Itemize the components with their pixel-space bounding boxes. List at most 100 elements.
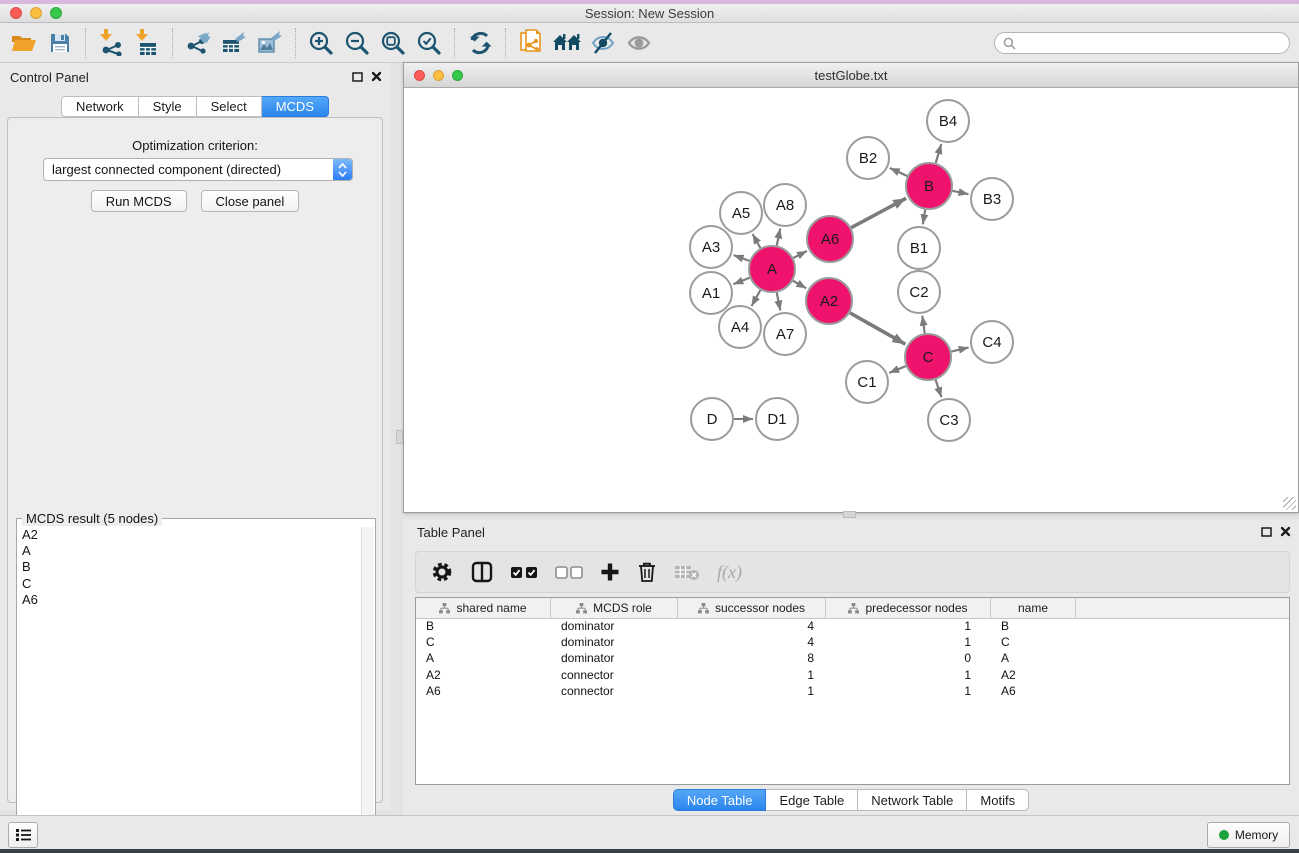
column-header-shared-name[interactable]: shared name [416, 598, 551, 618]
export-network-icon[interactable] [180, 26, 216, 60]
zoom-fit-icon[interactable] [375, 26, 411, 60]
split-divider-horizontal[interactable] [843, 511, 856, 518]
zoom-in-icon[interactable] [303, 26, 339, 60]
graph-node-A2[interactable]: A2 [806, 278, 852, 324]
tab-edge-table[interactable]: Edge Table [766, 789, 858, 811]
task-history-button[interactable] [8, 822, 38, 848]
save-session-icon[interactable] [42, 26, 78, 60]
network-canvas[interactable]: AA1A2A3A4A5A6A7A8BB1B2B3B4CC1C2C3C4DD1 [404, 88, 1298, 512]
toggle-views-eye-icon[interactable] [621, 26, 657, 60]
table-row[interactable]: A2connector11A2 [416, 668, 1289, 684]
tab-motifs[interactable]: Motifs [967, 789, 1029, 811]
graph-edge[interactable] [850, 313, 905, 344]
result-item[interactable]: A6 [22, 592, 361, 608]
mcds-result-scrollbar[interactable] [361, 527, 374, 853]
network-window-titlebar[interactable]: testGlobe.txt [404, 63, 1298, 88]
graph-edge[interactable] [851, 198, 906, 227]
delete-table-icon[interactable] [674, 563, 700, 581]
graph-node-B[interactable]: B [906, 163, 952, 209]
graph-node-A8[interactable]: A8 [764, 184, 806, 226]
result-item[interactable]: A2 [22, 527, 361, 543]
column-header-successor-nodes[interactable]: successor nodes [678, 598, 826, 618]
tab-mcds[interactable]: MCDS [262, 96, 329, 117]
close-panel-icon[interactable] [371, 71, 382, 82]
graph-edge[interactable] [953, 191, 969, 194]
graph-edge[interactable] [951, 347, 968, 351]
table-row[interactable]: Cdominator41C [416, 635, 1289, 651]
graph-node-A7[interactable]: A7 [764, 313, 806, 355]
table-settings-gear-icon[interactable] [430, 560, 454, 584]
open-file-icon[interactable] [6, 26, 42, 60]
tab-network[interactable]: Network [61, 96, 139, 117]
close-panel-button[interactable]: Close panel [201, 190, 300, 212]
resize-grip-icon[interactable] [1283, 497, 1296, 510]
function-builder-icon[interactable]: f(x) [717, 562, 742, 583]
select-all-icon[interactable] [510, 566, 538, 579]
cybrowser-home-icon[interactable] [549, 26, 585, 60]
show-hide-graphics-details-icon[interactable] [585, 26, 621, 60]
graph-node-D[interactable]: D [691, 398, 733, 440]
graph-node-A[interactable]: A [749, 246, 795, 292]
float-table-panel-icon[interactable] [1261, 527, 1272, 537]
graph-node-C4[interactable]: C4 [971, 321, 1013, 363]
graph-node-A5[interactable]: A5 [720, 192, 762, 234]
graph-edge[interactable] [752, 290, 761, 306]
column-header-MCDS-role[interactable]: MCDS role [551, 598, 678, 618]
graph-node-B4[interactable]: B4 [927, 100, 969, 142]
import-network-icon[interactable] [93, 26, 129, 60]
graph-node-A3[interactable]: A3 [690, 226, 732, 268]
table-row[interactable]: Adominator80A [416, 651, 1289, 667]
split-divider-vertical[interactable] [396, 430, 403, 444]
graph-node-A4[interactable]: A4 [719, 306, 761, 348]
tab-style[interactable]: Style [139, 96, 197, 117]
zoom-out-icon[interactable] [339, 26, 375, 60]
graph-node-C1[interactable]: C1 [846, 361, 888, 403]
refresh-view-icon[interactable] [462, 26, 498, 60]
graph-node-A6[interactable]: A6 [807, 216, 853, 262]
tab-select[interactable]: Select [197, 96, 262, 117]
table-row[interactable]: Bdominator41B [416, 619, 1289, 635]
deselect-all-icon[interactable] [555, 566, 583, 579]
graph-edge[interactable] [793, 251, 807, 258]
create-column-plus-icon[interactable] [600, 562, 620, 582]
graph-node-D1[interactable]: D1 [756, 398, 798, 440]
tab-node-table[interactable]: Node Table [673, 789, 767, 811]
delete-column-trash-icon[interactable] [637, 561, 657, 583]
column-header-name[interactable]: name [991, 598, 1076, 618]
column-header-predecessor-nodes[interactable]: predecessor nodes [826, 598, 991, 618]
new-network-from-file-icon[interactable] [513, 26, 549, 60]
tab-network-table[interactable]: Network Table [858, 789, 967, 811]
export-image-icon[interactable] [252, 26, 288, 60]
criterion-dropdown[interactable]: largest connected component (directed) [43, 158, 353, 181]
mcds-result-list[interactable]: A2ABCA6 [18, 527, 361, 853]
graph-edge[interactable] [890, 168, 907, 176]
graph-node-C[interactable]: C [905, 334, 951, 380]
run-mcds-button[interactable]: Run MCDS [91, 190, 187, 212]
graph-edge[interactable] [793, 281, 806, 289]
show-column-icon[interactable] [471, 561, 493, 583]
graph-edge[interactable] [777, 293, 781, 311]
memory-button[interactable]: Memory [1207, 822, 1290, 848]
table-row[interactable]: A6connector11A6 [416, 684, 1289, 700]
result-item[interactable]: B [22, 559, 361, 575]
graph-edge[interactable] [923, 210, 925, 225]
export-table-icon[interactable] [216, 26, 252, 60]
graph-node-C2[interactable]: C2 [898, 271, 940, 313]
result-item[interactable]: A [22, 543, 361, 559]
search-input[interactable] [1021, 36, 1281, 50]
close-table-panel-icon[interactable] [1280, 526, 1291, 537]
zoom-selected-icon[interactable] [411, 26, 447, 60]
search-field[interactable] [994, 32, 1290, 54]
graph-edge[interactable] [936, 380, 942, 397]
graph-node-C3[interactable]: C3 [928, 399, 970, 441]
graph-edge[interactable] [936, 144, 942, 163]
graph-edge[interactable] [922, 316, 924, 333]
graph-edge[interactable] [889, 366, 906, 373]
graph-edge[interactable] [733, 278, 749, 284]
result-item[interactable]: C [22, 576, 361, 592]
graph-edge[interactable] [753, 234, 761, 248]
graph-node-B3[interactable]: B3 [971, 178, 1013, 220]
graph-node-B1[interactable]: B1 [898, 227, 940, 269]
graph-node-B2[interactable]: B2 [847, 137, 889, 179]
import-table-icon[interactable] [129, 26, 165, 60]
